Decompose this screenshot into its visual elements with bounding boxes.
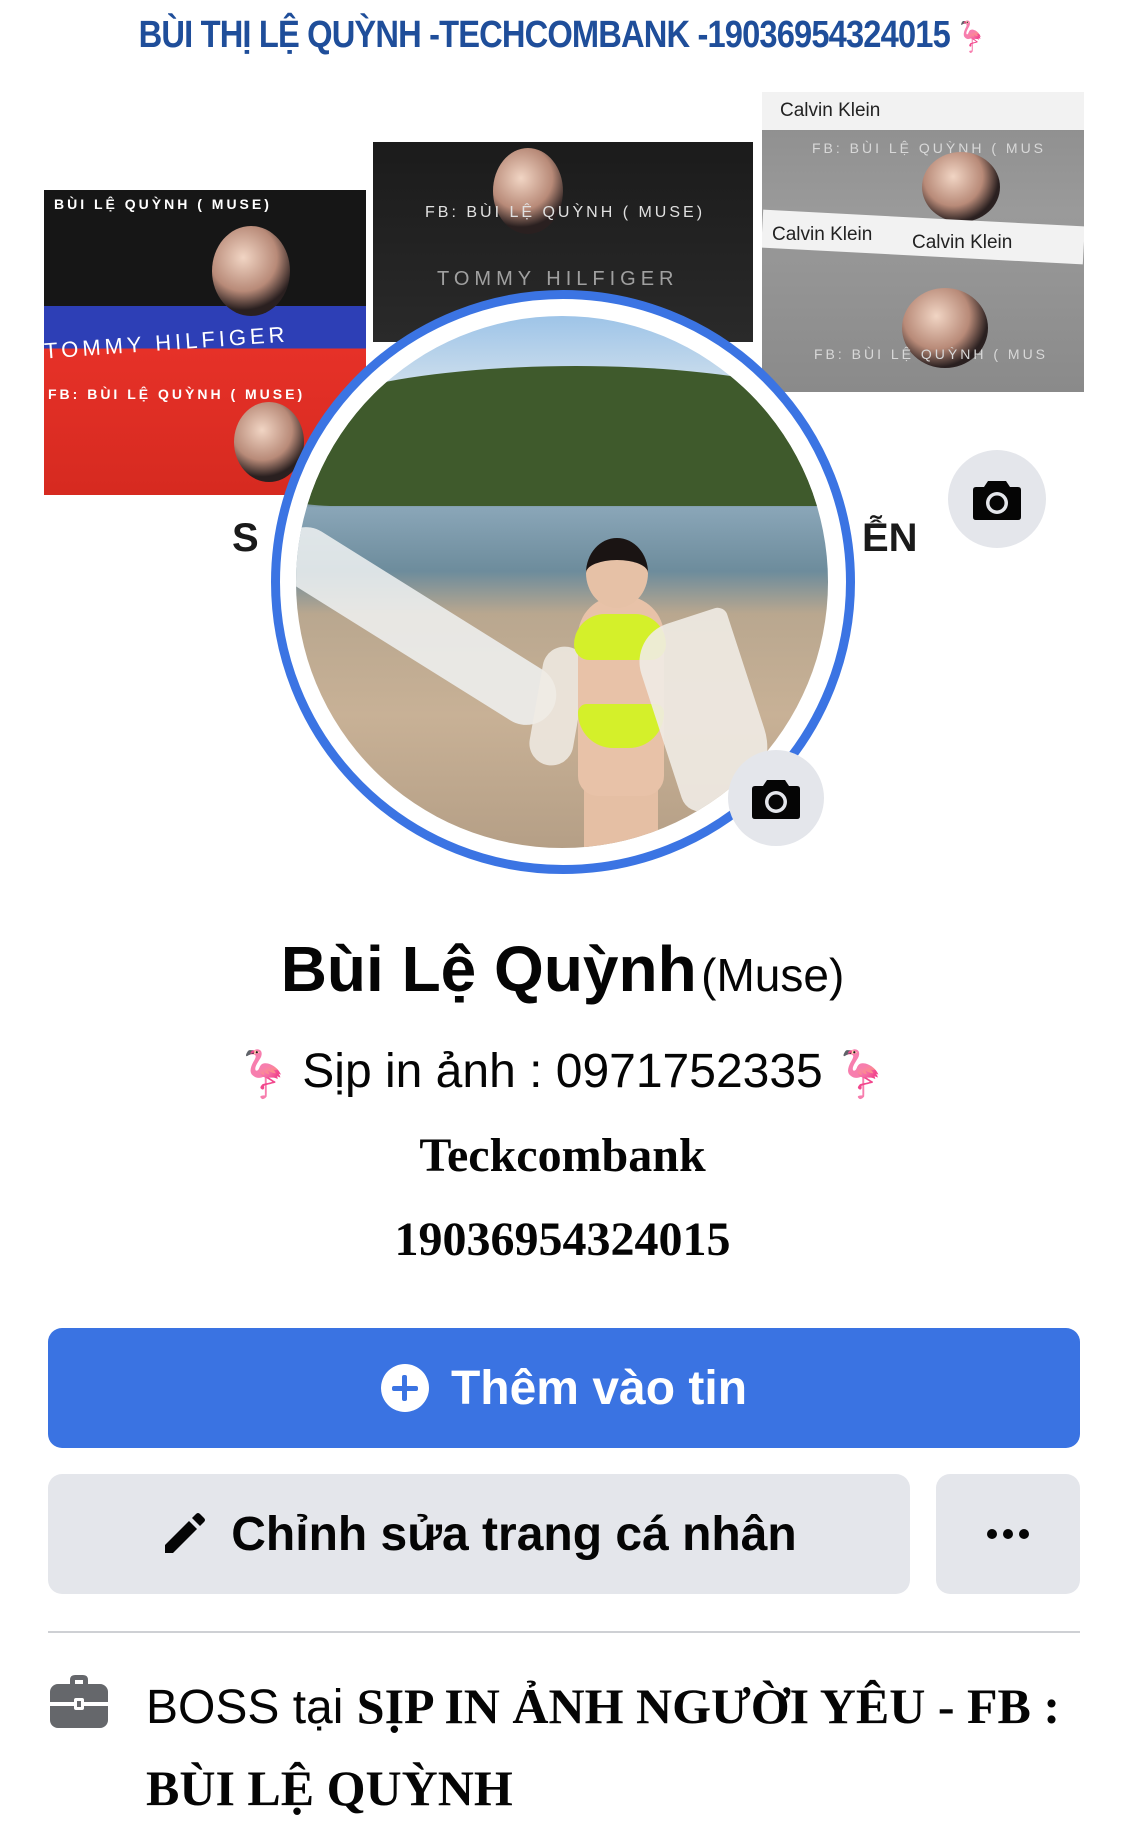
- middle-photo-caption: FB: BÙI LỆ QUỲNH ( MUSE): [425, 204, 706, 221]
- middle-photo-brand: TOMMY HILFIGER: [437, 268, 679, 290]
- work-prefix: BOSS tại: [146, 1681, 344, 1734]
- bio-line-3: 19036954324015: [394, 1213, 731, 1266]
- add-to-story-label: Thêm vào tin: [450, 1361, 748, 1415]
- avatar-hill: [296, 366, 828, 506]
- flamingo-icon: 🦩: [832, 1047, 890, 1100]
- cover-banner-text: BÙI THỊ LỆ QUỲNH -TECHCOMBANK -190369543…: [138, 14, 951, 56]
- more-options-button[interactable]: [936, 1474, 1080, 1594]
- edit-profile-label: Chỉnh sửa trang cá nhân: [231, 1507, 797, 1561]
- avatar-wave: [296, 515, 568, 737]
- left-photo-portrait: [212, 226, 290, 316]
- left-photo-caption-top: BÙI LỆ QUỲNH ( MUSE): [54, 196, 272, 212]
- right-photo-brand-1: Calvin Klein: [780, 100, 881, 121]
- right-photo-portrait-1: [922, 152, 1000, 222]
- avatar-head: [586, 538, 648, 608]
- right-photo-caption-1: FB: BÙI LỆ QUỲNH ( MUS: [812, 140, 1047, 156]
- add-to-story-button[interactable]: Thêm vào tin: [48, 1328, 1080, 1448]
- camera-icon: [973, 481, 1021, 520]
- edit-cover-photo-button[interactable]: [948, 450, 1046, 548]
- right-photo-brand-3: Calvin Klein: [912, 232, 1013, 253]
- work-info[interactable]: BOSS tại SỊP IN ẢNH NGƯỜI YÊU - FB : BÙI…: [146, 1666, 1096, 1830]
- cover-collage-right: Calvin Klein FB: BÙI LỆ QUỲNH ( MUS Calv…: [762, 92, 1084, 392]
- bird-icon: 🦩: [955, 21, 987, 54]
- cover-banner: BÙI THỊ LỆ QUỲNH -TECHCOMBANK -190369543…: [79, 14, 1047, 57]
- profile-name-row: Bùi Lệ Quỳnh (Muse): [0, 932, 1125, 1006]
- briefcase-icon: [50, 1675, 108, 1728]
- bio-line-2: Teckcombank: [419, 1129, 706, 1182]
- edit-profile-picture-button[interactable]: [728, 750, 824, 846]
- right-photo-caption-2: FB: BÙI LỆ QUỲNH ( MUS: [814, 346, 1049, 362]
- left-photo-caption-bottom: FB: BÙI LỆ QUỲNH ( MUSE): [48, 386, 306, 402]
- plus-circle-icon: [380, 1364, 429, 1412]
- more-dots-icon: [987, 1529, 1029, 1539]
- cover-letter-right: ỄN: [862, 516, 918, 560]
- profile-name: Bùi Lệ Quỳnh: [280, 933, 697, 1005]
- right-photo-brand-2: Calvin Klein: [772, 224, 873, 245]
- camera-icon: [752, 780, 800, 819]
- profile-alternate-name: (Muse): [701, 949, 845, 1001]
- edit-profile-button[interactable]: Chỉnh sửa trang cá nhân: [48, 1474, 910, 1594]
- cover-letter-left: S: [232, 516, 259, 560]
- left-photo-brand: TOMMY HILFIGER: [44, 321, 290, 364]
- bio-line-1-text: Sịp in ảnh : 0971752335: [302, 1045, 823, 1098]
- flamingo-icon: 🦩: [234, 1047, 293, 1100]
- divider: [48, 1631, 1080, 1633]
- pencil-icon: [165, 1513, 206, 1553]
- bio-line-1: 🦩 Sịp in ảnh : 0971752335 🦩: [0, 1044, 1125, 1102]
